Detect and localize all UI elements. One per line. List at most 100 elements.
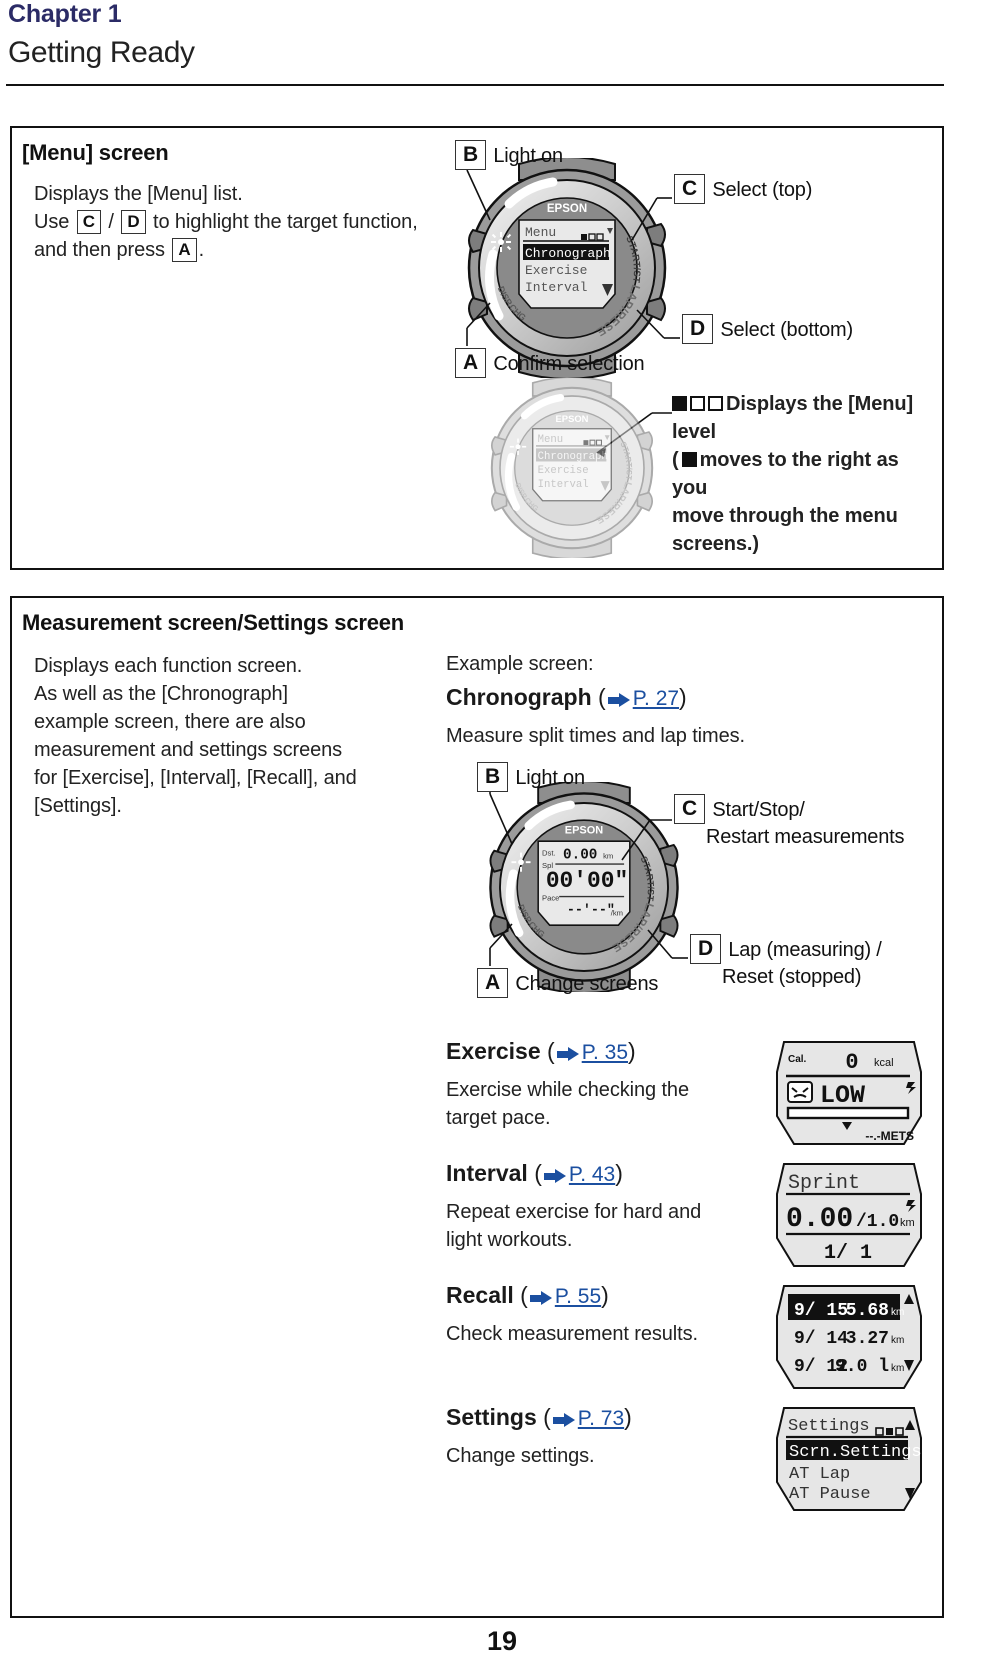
lcd-menu-item-0: Chronograph (525, 246, 611, 261)
svg-text:Menu: Menu (538, 434, 564, 446)
chrono-callout-c-label-2: Restart measurements (706, 826, 905, 848)
thumb-st-item-0: Scrn.Settings (789, 1443, 922, 1462)
entry-interval-page-link[interactable]: P. 43 (569, 1163, 615, 1186)
entry-exercise-title-row: Exercise (P. 35) (446, 1038, 636, 1064)
menu-desc-period: . (198, 239, 205, 261)
thumb-ex-cal-label: Cal. (788, 1054, 807, 1065)
lcd-thumbnail-recall: 9/ 15 5.68 km 9/ 14 3.27 km 9/ 12 9.0 l … (774, 1282, 924, 1399)
measurement-screen-panel: Measurement screen/Settings screen Displ… (10, 596, 944, 1618)
chrono-callout-c-label-1: Start/Stop/ (712, 799, 805, 821)
page-number: 19 (486, 1626, 518, 1656)
thumb-rc-dist-1: 3.27 (846, 1329, 889, 1349)
lcd-dst-unit: km (603, 851, 613, 860)
meas-desc-line-0: Displays each function screen. (34, 655, 303, 677)
lcd-dst-value: 0.00 (563, 847, 597, 863)
menu-level-note-line1: Displays the [Menu] level (672, 390, 934, 446)
menu-section-description: Displays the [Menu] list. Use C / D to h… (34, 180, 454, 264)
thumb-rc-date-0: 9/ 15 (794, 1301, 848, 1321)
measurement-description: Displays each function screen. As well a… (34, 652, 434, 820)
chrono-key-b-glyph: B (477, 762, 508, 792)
entry-interval-title: Interval (446, 1160, 528, 1186)
chrono-callout-a-change-screens: A Change screens (475, 968, 658, 998)
callout-b-light-on: B Light on (453, 140, 563, 170)
thumb-rc-dist-0: 5.68 (846, 1301, 889, 1321)
entry-recall-description: Check measurement results. (446, 1320, 766, 1348)
key-separator: / (108, 211, 114, 233)
menu-desc-line-1: Displays the [Menu] list. (34, 183, 243, 205)
menu-desc-press: and then press (34, 239, 165, 261)
callout-c-label: Select (top) (712, 179, 813, 201)
lcd-thumbnail-settings: Settings Scrn.Settings AT Lap AT Pause (774, 1404, 924, 1521)
callout-a-confirm: A Confirm selection (453, 348, 645, 378)
chronograph-page-link[interactable]: P. 27 (633, 687, 679, 710)
watch-illustration-menu: START/STOP LAP/RESET DISP.CHG (457, 158, 677, 378)
chrono-callout-d-lap-reset: D Lap (measuring) / Reset (stopped) (688, 934, 882, 990)
entry-recall-title-row: Recall (P. 55) (446, 1282, 609, 1308)
callout-d-select-bottom: D Select (bottom) (680, 314, 853, 344)
key-a-glyph: A (172, 238, 197, 262)
meas-desc-line-4: for [Exercise], [Interval], [Recall], an… (34, 767, 357, 789)
chronograph-description: Measure split times and lap times. (446, 725, 745, 747)
level-square-filled-icon (672, 396, 687, 411)
thumb-st-title: Settings (788, 1417, 870, 1436)
svg-text:Chronograph: Chronograph (538, 451, 608, 463)
chrono-callout-d-label-2: Reset (stopped) (722, 966, 862, 988)
callout-d-label: Select (bottom) (720, 319, 853, 341)
menu-desc-line-3: and then press A. (34, 236, 454, 264)
key-d-callout-glyph: D (682, 314, 713, 344)
thumb-iv-total: /1.0 (856, 1212, 899, 1232)
lcd-menu-item-2: Interval (525, 280, 588, 295)
thumb-iv-dist: 0.00 (786, 1204, 853, 1235)
thumb-ex-status: LOW (820, 1081, 865, 1110)
entry-interval-desc-1: Repeat exercise for hard and (446, 1201, 702, 1223)
lcd-menu-item-1: Exercise (525, 263, 587, 278)
entry-settings-description: Change settings. (446, 1442, 766, 1470)
thumb-iv-unit: km (900, 1217, 915, 1229)
thumb-ex-mets: --.-METS (865, 1129, 914, 1143)
menu-section-heading: [Menu] screen (22, 140, 169, 165)
menu-level-note-text2: moves to the right as you (672, 449, 899, 499)
chapter-label: Chapter 1 (8, 0, 122, 28)
thumb-ex-cal-unit: kcal (874, 1057, 894, 1069)
thumb-rc-date-1: 9/ 14 (794, 1329, 848, 1349)
chrono-callout-a-label: Change screens (515, 973, 659, 995)
lcd-menu-title: Menu (525, 225, 556, 240)
chrono-callout-b-label: Light on (515, 767, 585, 789)
level-square-empty-1-icon (690, 396, 705, 411)
entry-settings-desc-1: Change settings. (446, 1445, 595, 1467)
lcd-thumbnail-exercise: Cal. 0 kcal LOW --.-METS (774, 1038, 924, 1155)
entry-recall-page-link[interactable]: P. 55 (555, 1285, 601, 1308)
meas-desc-line-1: As well as the [Chronograph] (34, 683, 289, 705)
lcd-pace-label: Pace (542, 893, 559, 902)
meas-desc-line-3: measurement and settings screens (34, 739, 343, 761)
entry-exercise-page-link[interactable]: P. 35 (582, 1041, 628, 1064)
callout-a-label: Confirm selection (493, 353, 645, 375)
chrono-callout-d-label-1: Lap (measuring) / (728, 939, 882, 961)
svg-text:Exercise: Exercise (538, 465, 589, 477)
lcd-pace-unit: /km (611, 909, 623, 918)
entry-settings-page-link[interactable]: P. 73 (578, 1407, 624, 1430)
example-screen-label: Example screen: (446, 653, 594, 675)
menu-desc-highlight: to highlight the target function, (153, 211, 418, 233)
arrow-right-icon-exercise (556, 1047, 579, 1061)
entry-exercise-description: Exercise while checking the target pace. (446, 1076, 746, 1132)
level-square-moving-icon (681, 452, 697, 467)
thumb-rc-unit-2: km (891, 1363, 904, 1374)
menu-level-note-paren: ( (672, 449, 679, 471)
thumb-rc-dist-2: 9.0 l (835, 1357, 889, 1377)
entry-exercise-desc-2: target pace. (446, 1107, 551, 1129)
lcd-pace-value: --'--" (567, 904, 615, 919)
key-c-glyph: C (76, 210, 101, 234)
thumb-iv-mode: Sprint (788, 1172, 860, 1195)
entry-recall-title: Recall (446, 1282, 514, 1308)
thumb-rc-unit-0: km (891, 1307, 904, 1318)
svg-text:EPSON: EPSON (556, 413, 589, 424)
entry-exercise-title: Exercise (446, 1038, 541, 1064)
menu-desc-use: Use (34, 211, 70, 233)
watch-illustration-chronograph: START/STOP LAP/RESET DISP.CHG EPSON (479, 782, 689, 992)
level-square-empty-2-icon (708, 396, 723, 411)
header-divider (6, 84, 944, 86)
arrow-right-icon (607, 693, 630, 707)
chrono-key-d-glyph: D (690, 934, 721, 964)
entry-interval-description: Repeat exercise for hard and light worko… (446, 1198, 746, 1254)
